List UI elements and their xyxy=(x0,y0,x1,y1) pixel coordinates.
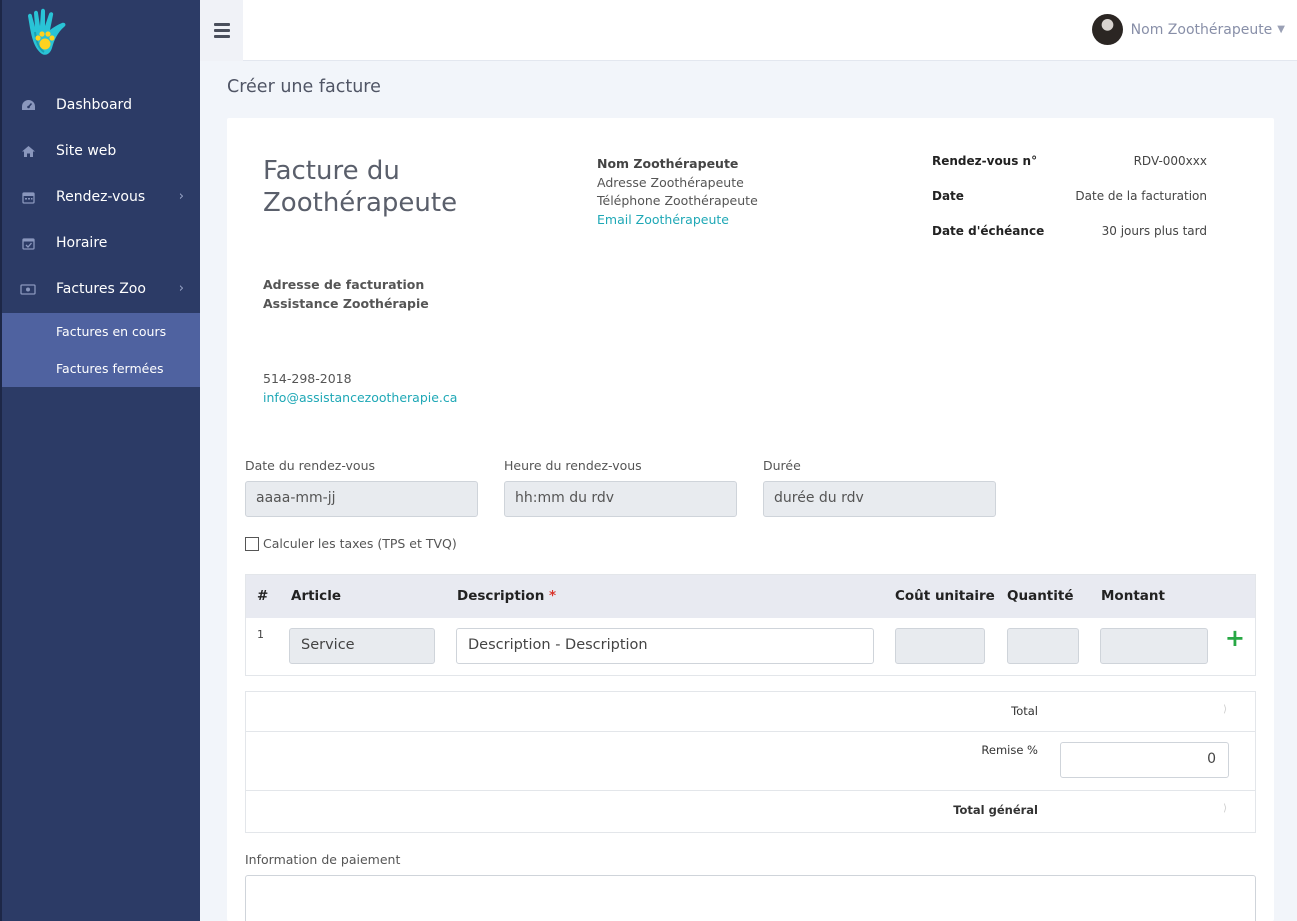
submenu-item-factures-fermees[interactable]: Factures fermées xyxy=(2,350,200,387)
totals-table: Total ⟩ Remise % 0 Total général ⟩ xyxy=(245,691,1256,833)
therapist-email-link[interactable]: Email Zoothérapeute xyxy=(597,211,758,230)
unit-cost-input[interactable] xyxy=(895,628,985,664)
page-title: Créer une facture xyxy=(227,77,381,97)
hand-paw-logo-icon xyxy=(28,8,66,55)
sidebar-item-label: Horaire xyxy=(56,235,108,251)
therapist-info: Nom Zoothérapeute Adresse Zoothérapeute … xyxy=(597,155,758,229)
payment-info-textarea[interactable] xyxy=(245,875,1256,921)
tax-label: Calculer les taxes (TPS et TVQ) xyxy=(263,536,457,551)
meta-row: Date d'échéance 30 jours plus tard xyxy=(932,224,1207,259)
therapist-phone: Téléphone Zoothérapeute xyxy=(597,193,758,208)
submenu-item-factures-en-cours[interactable]: Factures en cours xyxy=(2,313,200,350)
remise-row: Remise % 0 xyxy=(246,732,1255,791)
user-menu[interactable]: Nom Zoothérapeute ▼ xyxy=(1091,14,1285,45)
article-input[interactable]: Service xyxy=(289,628,435,664)
billing-heading: Adresse de facturation xyxy=(263,277,425,292)
therapist-address: Adresse Zoothérapeute xyxy=(597,174,744,190)
time-field: Heure du rendez-vous hh:mm du rdv xyxy=(504,458,737,517)
user-name[interactable]: Nom Zoothérapeute xyxy=(1131,22,1273,38)
date-label: Date du rendez-vous xyxy=(245,458,375,473)
sidebar-item-label: Factures Zoo xyxy=(56,281,146,297)
date-input[interactable]: aaaa-mm-jj xyxy=(245,481,478,517)
column-header-description-label: Description xyxy=(457,588,545,604)
grand-total-value-placeholder-icon: ⟩ xyxy=(1223,803,1227,814)
remise-label: Remise % xyxy=(981,743,1038,757)
column-header-description: Description * xyxy=(457,588,556,604)
column-header-unit-cost: Coût unitaire xyxy=(895,588,995,604)
column-header-amount: Montant xyxy=(1101,588,1165,604)
row-number: 1 xyxy=(257,628,264,641)
total-row: Total ⟩ xyxy=(246,692,1255,732)
duration-input[interactable]: durée du rdv xyxy=(763,481,996,517)
billing-email-link[interactable]: info@assistancezootherapie.ca xyxy=(263,389,457,408)
logo[interactable] xyxy=(2,0,200,62)
items-table: # Article Description * Coût unitaire Qu… xyxy=(245,574,1256,676)
therapist-name: Nom Zoothérapeute xyxy=(597,156,739,171)
sidebar-item-site-web[interactable]: Site web xyxy=(2,128,200,174)
sidebar-item-dashboard[interactable]: Dashboard xyxy=(2,82,200,128)
required-marker: * xyxy=(549,588,557,604)
quantity-input[interactable] xyxy=(1007,628,1079,664)
factures-submenu: Factures en cours Factures fermées xyxy=(2,313,200,387)
money-icon xyxy=(20,281,36,297)
duration-field: Durée durée du rdv xyxy=(763,458,996,517)
sidebar-item-horaire[interactable]: Horaire xyxy=(2,220,200,266)
topbar: Nom Zoothérapeute ▼ xyxy=(200,0,1297,61)
dashboard-icon xyxy=(20,97,36,113)
billing-name: Assistance Zoothérapie xyxy=(263,296,429,311)
caret-down-icon[interactable]: ▼ xyxy=(1277,24,1285,35)
duration-label: Durée xyxy=(763,458,801,473)
description-input[interactable]: Description - Description xyxy=(456,628,874,664)
avatar[interactable] xyxy=(1091,14,1123,45)
sidebar-item-label: Rendez-vous xyxy=(56,189,146,205)
time-input[interactable]: hh:mm du rdv xyxy=(504,481,737,517)
calendar-icon xyxy=(20,189,36,205)
add-row-plus-icon[interactable]: + xyxy=(1225,626,1245,650)
grand-total-row: Total général ⟩ xyxy=(246,791,1255,832)
billing-phone: 514-298-2018 xyxy=(263,371,352,386)
column-header-quantity: Quantité xyxy=(1007,588,1074,604)
meta-value: Date de la facturation xyxy=(1075,189,1207,203)
tax-checkbox[interactable] xyxy=(245,536,259,551)
invoice-meta: Rendez-vous n° RDV-000xxx Date Date de l… xyxy=(932,154,1207,259)
items-table-header: # Article Description * Coût unitaire Qu… xyxy=(246,575,1255,618)
billing-contact: 514-298-2018 info@assistancezootherapie.… xyxy=(263,370,457,407)
sidebar-nav: Dashboard Site web Rendez-vous › Horaire xyxy=(2,82,200,312)
remise-input[interactable]: 0 xyxy=(1060,742,1229,778)
chevron-right-icon: › xyxy=(178,189,184,204)
meta-key: Rendez-vous n° xyxy=(932,154,1038,168)
home-icon xyxy=(20,143,36,159)
total-label: Total xyxy=(1011,704,1038,718)
hamburger-menu-icon[interactable] xyxy=(200,0,243,61)
sidebar-item-label: Site web xyxy=(56,143,117,159)
sidebar-item-factures-zoo[interactable]: Factures Zoo › xyxy=(2,266,200,312)
meta-value: RDV-000xxx xyxy=(1133,154,1207,168)
meta-key: Date xyxy=(932,189,964,203)
invoice-title: Facture du Zoothérapeute xyxy=(263,156,458,218)
meta-key: Date d'échéance xyxy=(932,224,1045,238)
table-row: 1 Service Description - Description + xyxy=(246,618,1255,675)
chevron-right-icon: › xyxy=(178,281,184,296)
tax-option: Calculer les taxes (TPS et TVQ) xyxy=(245,536,457,551)
column-header-number: # xyxy=(257,588,269,604)
grand-total-label: Total général xyxy=(953,803,1038,817)
invoice-card: Facture du Zoothérapeute Nom Zoothérapeu… xyxy=(227,118,1274,921)
amount-input[interactable] xyxy=(1100,628,1208,664)
sidebar-item-label: Dashboard xyxy=(56,97,132,113)
sidebar: Dashboard Site web Rendez-vous › Horaire xyxy=(0,0,200,921)
calendar-check-icon xyxy=(20,235,36,251)
time-label: Heure du rendez-vous xyxy=(504,458,642,473)
meta-value: 30 jours plus tard xyxy=(1101,224,1207,238)
sidebar-item-rendez-vous[interactable]: Rendez-vous › xyxy=(2,174,200,220)
payment-info-label: Information de paiement xyxy=(245,852,401,867)
date-field: Date du rendez-vous aaaa-mm-jj xyxy=(245,458,478,517)
meta-row: Date Date de la facturation xyxy=(932,189,1207,224)
billing-address: Adresse de facturation Assistance Zoothé… xyxy=(263,275,429,313)
total-value-placeholder-icon: ⟩ xyxy=(1223,704,1227,715)
meta-row: Rendez-vous n° RDV-000xxx xyxy=(932,154,1207,189)
column-header-article: Article xyxy=(291,588,341,604)
